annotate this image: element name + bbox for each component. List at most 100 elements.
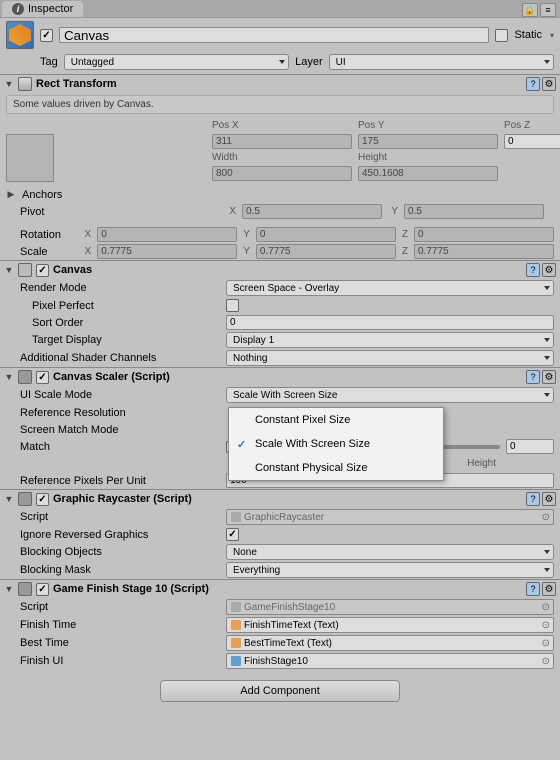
script-icon <box>231 512 241 522</box>
rect-transform-section: Rect Transform ? ⚙ Some values driven by… <box>0 74 560 260</box>
help-icon[interactable]: ? <box>526 263 540 277</box>
scaler-enabled[interactable] <box>36 371 49 384</box>
match-height-label: Height <box>467 458 496 469</box>
scale-y[interactable] <box>256 244 396 259</box>
help-icon[interactable]: ? <box>526 370 540 384</box>
pivot-label: Pivot <box>20 206 220 218</box>
match-mode-label: Screen Match Mode <box>20 424 220 436</box>
tag-dropdown[interactable]: Untagged <box>64 54 289 70</box>
target-display-dropdown[interactable]: Display 1 <box>226 332 554 348</box>
lock-icon[interactable]: 🔒 <box>522 3 538 17</box>
text-icon <box>231 620 241 630</box>
add-component-button[interactable]: Add Component <box>160 680 400 702</box>
rot-y[interactable] <box>256 227 396 242</box>
canvas-icon <box>18 263 32 277</box>
match-value[interactable] <box>506 439 554 454</box>
raycaster-enabled[interactable] <box>36 493 49 506</box>
scaler-title: Canvas Scaler (Script) <box>53 371 170 383</box>
posz-field[interactable] <box>504 134 560 149</box>
irg-checkbox[interactable] <box>226 528 239 541</box>
pivot-x[interactable] <box>242 204 382 219</box>
popup-option-2[interactable]: Constant Physical Size <box>229 456 443 480</box>
match-label: Match <box>20 441 220 453</box>
go-enabled-checkbox[interactable] <box>40 29 53 42</box>
gear-icon[interactable]: ⚙ <box>542 370 556 384</box>
canvas-enabled[interactable] <box>36 264 49 277</box>
anchors-foldout[interactable] <box>6 189 16 200</box>
render-mode-label: Render Mode <box>20 282 220 294</box>
scale-x[interactable] <box>97 244 237 259</box>
help-icon[interactable]: ? <box>526 582 540 596</box>
ref-res-label: Reference Resolution <box>20 407 220 419</box>
tag-label: Tag <box>40 56 58 68</box>
scaler-icon <box>18 370 32 384</box>
asc-dropdown[interactable]: Nothing <box>226 350 554 366</box>
foldout-icon[interactable] <box>4 79 14 89</box>
foldout-icon[interactable] <box>4 265 14 275</box>
raycaster-section: Graphic Raycaster (Script) ?⚙ Script Grap… <box>0 489 560 579</box>
fu-label: Finish UI <box>20 655 220 667</box>
height-field[interactable] <box>358 166 498 181</box>
canvas-section: Canvas ?⚙ Render Mode Screen Space - Over… <box>0 260 560 367</box>
text-icon <box>231 638 241 648</box>
irg-label: Ignore Reversed Graphics <box>20 529 220 541</box>
gear-icon[interactable]: ⚙ <box>542 77 556 91</box>
rot-x[interactable] <box>97 227 237 242</box>
rect-transform-title: Rect Transform <box>36 78 117 90</box>
gear-icon[interactable]: ⚙ <box>542 582 556 596</box>
driven-note: Some values driven by Canvas. <box>6 95 554 114</box>
help-icon[interactable]: ? <box>526 77 540 91</box>
gear-icon[interactable]: ⚙ <box>542 263 556 277</box>
rppu-label: Reference Pixels Per Unit <box>20 475 220 487</box>
rot-z[interactable] <box>414 227 554 242</box>
pivot-y[interactable] <box>404 204 544 219</box>
layer-label: Layer <box>295 56 323 68</box>
gear-icon[interactable]: ⚙ <box>542 492 556 506</box>
width-field[interactable] <box>212 166 352 181</box>
layer-dropdown[interactable]: UI <box>329 54 554 70</box>
script-icon <box>18 582 32 596</box>
go-name-field[interactable] <box>59 27 489 43</box>
scale-label: Scale <box>20 246 79 258</box>
tab-title: Inspector <box>28 3 73 15</box>
popup-option-0[interactable]: Constant Pixel Size <box>229 408 443 432</box>
best-time-field[interactable]: BestTimeText (Text) <box>226 635 554 651</box>
script-icon <box>231 602 241 612</box>
render-mode-dropdown[interactable]: Screen Space - Overlay <box>226 280 554 296</box>
static-dropdown-icon[interactable]: ▾ <box>550 31 554 40</box>
pixel-perfect-checkbox[interactable] <box>226 299 239 312</box>
gamefinish-title: Game Finish Stage 10 (Script) <box>53 583 209 595</box>
foldout-icon[interactable] <box>4 584 14 594</box>
scale-z[interactable] <box>414 244 554 259</box>
foldout-icon[interactable] <box>4 372 14 382</box>
bo-dropdown[interactable]: None <box>226 544 554 560</box>
sort-order-label: Sort Order <box>20 317 220 329</box>
static-checkbox[interactable] <box>495 29 508 42</box>
gameobject-icon[interactable] <box>6 21 34 49</box>
raycaster-icon <box>18 492 32 506</box>
raycaster-title: Graphic Raycaster (Script) <box>53 493 192 505</box>
pixel-perfect-label: Pixel Perfect <box>20 300 220 312</box>
anchor-preset[interactable] <box>6 134 54 182</box>
finish-ui-field[interactable]: FinishStage10 <box>226 653 554 669</box>
rotation-label: Rotation <box>20 229 79 241</box>
bm-label: Blocking Mask <box>20 564 220 576</box>
canvas-title: Canvas <box>53 264 92 276</box>
bm-dropdown[interactable]: Everything <box>226 562 554 578</box>
scale-mode-dropdown[interactable]: Scale With Screen Size <box>226 387 554 403</box>
sort-order-field[interactable] <box>226 315 554 330</box>
script-label: Script <box>20 511 220 523</box>
inspector-tab[interactable]: i Inspector <box>2 1 83 17</box>
height-label: Height <box>358 152 498 163</box>
gamefinish-enabled[interactable] <box>36 583 49 596</box>
posy-field[interactable] <box>358 134 498 149</box>
posx-field[interactable] <box>212 134 352 149</box>
foldout-icon[interactable] <box>4 494 14 504</box>
help-icon[interactable]: ? <box>526 492 540 506</box>
finish-time-field[interactable]: FinishTimeText (Text) <box>226 617 554 633</box>
script-field: GraphicRaycaster <box>226 509 554 525</box>
popup-option-1[interactable]: Scale With Screen Size <box>229 432 443 456</box>
static-label: Static <box>514 29 542 41</box>
posx-label: Pos X <box>212 120 352 131</box>
context-menu-icon[interactable]: ≡ <box>540 3 556 17</box>
